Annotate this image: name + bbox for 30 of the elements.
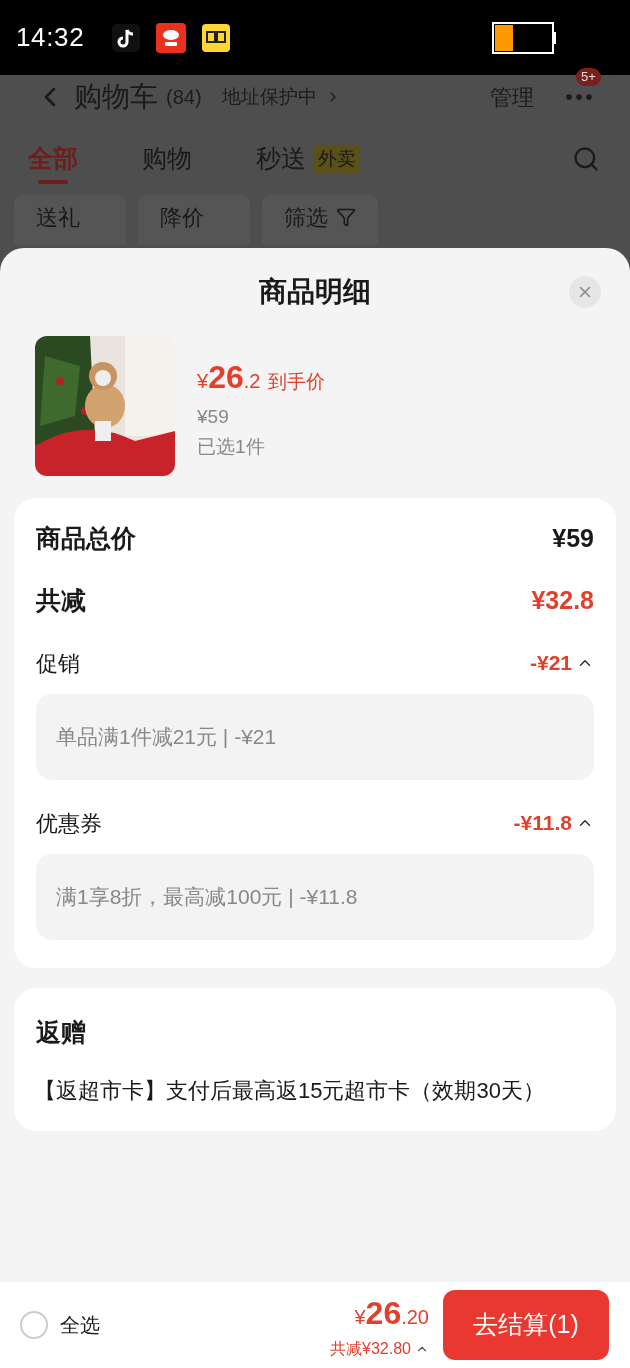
discount-toggle[interactable]: -¥21 bbox=[529, 647, 594, 679]
discount-detail: 满1享8折，最高减100元 | -¥11.8 bbox=[36, 854, 594, 940]
discount-summary[interactable]: 共减¥32.80 bbox=[330, 1337, 429, 1361]
original-price: ¥59 bbox=[197, 404, 230, 429]
discount-label: 促销 bbox=[36, 649, 80, 678]
tag-label: 外卖 bbox=[314, 144, 360, 174]
app-icon bbox=[202, 23, 231, 52]
notification-badge: 5+ bbox=[576, 68, 601, 86]
summary-label: 商品总价 bbox=[36, 523, 136, 555]
status-time: 14:32 bbox=[16, 21, 85, 54]
battery-icon bbox=[492, 21, 556, 54]
music-note-icon bbox=[112, 23, 141, 52]
total-price: ¥26.20 bbox=[354, 1294, 429, 1333]
filter-icon[interactable] bbox=[336, 207, 356, 227]
discount-toggle[interactable]: -¥11.8 bbox=[513, 807, 594, 839]
checkout-button[interactable]: 去结算(1) bbox=[443, 1290, 609, 1360]
select-all-checkbox[interactable] bbox=[20, 1311, 48, 1339]
final-price: ¥26.2 到手价 bbox=[197, 357, 326, 397]
gift-title: 返赠 bbox=[35, 1017, 87, 1048]
selected-count: 已选1件 bbox=[197, 435, 266, 459]
summary-value: ¥59 bbox=[552, 523, 594, 555]
search-icon[interactable] bbox=[572, 145, 600, 173]
summary-value: ¥32.8 bbox=[531, 585, 594, 617]
discount-label: 优惠券 bbox=[36, 809, 102, 838]
select-all-label: 全选 bbox=[60, 1313, 100, 1338]
gift-text: 【返超市卡】支付后最高返15元超市卡（效期30天） bbox=[34, 1076, 546, 1105]
summary-label: 共减 bbox=[36, 585, 86, 617]
discount-detail: 单品满1件减21元 | -¥21 bbox=[36, 694, 594, 780]
close-button[interactable] bbox=[569, 276, 601, 308]
sheet-title: 商品明细 bbox=[259, 275, 371, 309]
